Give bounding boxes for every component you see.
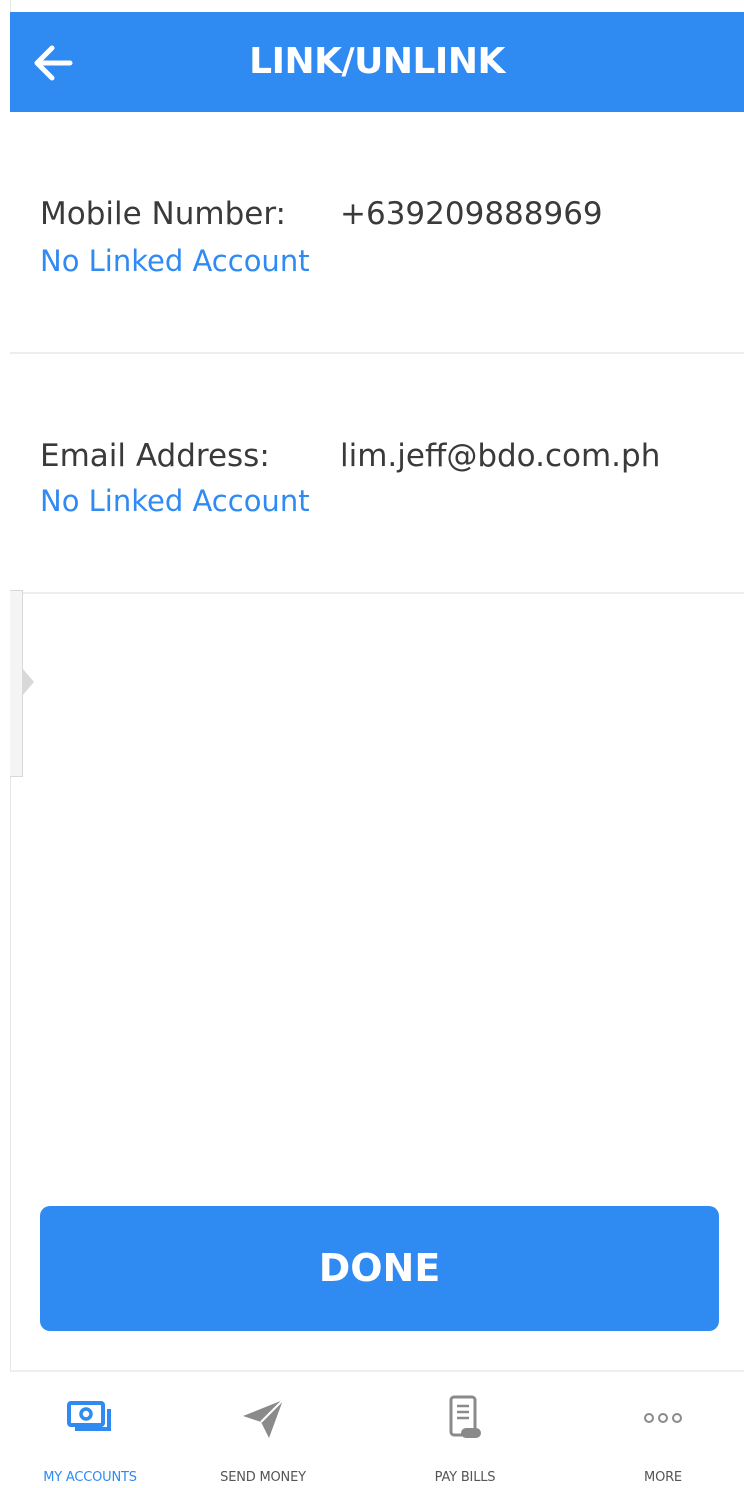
nav-item-pay-bills[interactable]: PAY BILLS (375, 1372, 555, 1488)
back-button[interactable] (28, 38, 78, 88)
email-address-row: Email Address: lim.jeff@bdo.com.ph No Li… (10, 354, 744, 594)
email-link-status[interactable]: No Linked Account (40, 484, 310, 518)
mobile-number-value: +639209888969 (340, 196, 603, 232)
page-title: LINK/UNLINK (249, 41, 505, 82)
nav-label-my-accounts: MY ACCOUNTS (43, 1470, 137, 1485)
email-address-value: lim.jeff@bdo.com.ph (340, 438, 661, 474)
link-unlink-screen: LINK/UNLINK Mobile Number: +639209888969… (0, 0, 744, 1488)
back-arrow-icon (34, 45, 73, 81)
nav-label-pay-bills: PAY BILLS (434, 1470, 496, 1485)
mobile-number-label: Mobile Number: (40, 196, 286, 232)
chevron-right-icon (22, 668, 34, 696)
more-icon (644, 1413, 682, 1423)
done-button[interactable]: DONE (40, 1206, 719, 1331)
mobile-number-row: Mobile Number: +639209888969 No Linked A… (10, 112, 744, 354)
mobile-link-status[interactable]: No Linked Account (40, 244, 310, 278)
bill-icon (449, 1395, 481, 1438)
email-address-label: Email Address: (40, 438, 270, 474)
paper-plane-icon (243, 1399, 284, 1438)
nav-item-more[interactable]: MORE (573, 1372, 744, 1488)
nav-label-send-money: SEND MONEY (220, 1470, 306, 1485)
nav-item-send-money[interactable]: SEND MONEY (173, 1372, 353, 1488)
accounts-icon (67, 1401, 111, 1431)
bottom-navigation: MY ACCOUNTS SEND MONEY PAY BILLS MORE (10, 1370, 744, 1488)
nav-item-my-accounts[interactable]: MY ACCOUNTS (0, 1372, 180, 1488)
status-strip (0, 0, 744, 12)
nav-label-more: MORE (644, 1470, 682, 1485)
app-header: LINK/UNLINK (10, 12, 744, 112)
